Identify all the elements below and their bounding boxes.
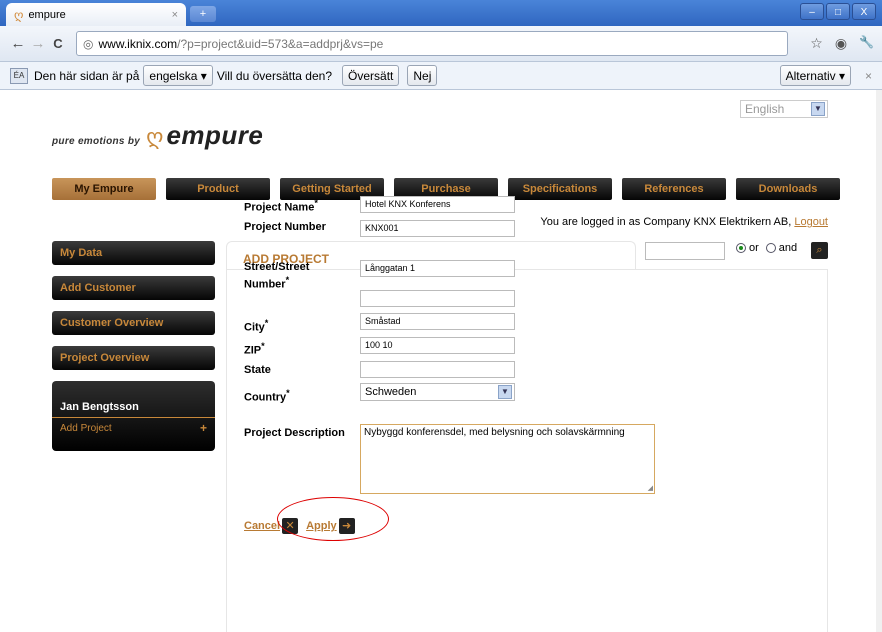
sidebar-item-my-data[interactable]: My Data (52, 241, 215, 265)
bookmark-star-icon[interactable]: ☆ (810, 35, 823, 52)
side-nav: My Data Add Customer Customer Overview P… (52, 241, 215, 451)
apply-link[interactable]: Apply (306, 520, 337, 532)
page-scrollbar[interactable] (876, 90, 882, 632)
url-path: /?p=project&uid=573&a=addprj&vs=pe (177, 36, 384, 51)
source-language-select[interactable]: engelska ▾ (143, 65, 213, 86)
user-box-divider (52, 417, 215, 418)
resize-handle-icon[interactable]: ◢ (648, 484, 653, 492)
translate-text-before: Den här sidan är på (34, 68, 140, 83)
translate-question: Vill du översätta den? (216, 68, 333, 83)
translate-close-icon[interactable]: × (865, 69, 872, 83)
browser-toolbar: ← → C ◎ www.iknix.com /?p=project&uid=57… (0, 26, 882, 62)
empure-logo[interactable]: pure emotions by ღ empure (52, 120, 263, 151)
state-field[interactable] (360, 361, 515, 378)
wrench-icon[interactable]: 🔧 (859, 35, 874, 52)
city-label: City* (244, 318, 269, 334)
street-field[interactable]: Långgatan 1 (360, 260, 515, 277)
new-tab-button[interactable]: + (190, 6, 216, 22)
sidebar-item-customer-overview[interactable]: Customer Overview (52, 311, 215, 335)
and-label: and (778, 242, 798, 254)
project-description-label: Project Description (244, 427, 345, 439)
logo-brand: empure (166, 120, 264, 150)
form-actions: Cancel ✕ Apply ➜ (244, 518, 361, 534)
user-name: Jan Bengtsson (60, 401, 139, 413)
tab-close-icon[interactable]: × (172, 9, 178, 21)
sidebar-item-add-customer[interactable]: Add Customer (52, 276, 215, 300)
browser-tab-bar: ღ empure × + – □ X (0, 0, 882, 26)
maximize-button[interactable]: □ (826, 3, 850, 20)
minimize-button[interactable]: – (800, 3, 824, 20)
language-select-value: English (745, 102, 785, 116)
login-status-text: You are logged in as Company KNX Elektri… (540, 216, 792, 228)
project-number-field[interactable]: KNX001 (360, 220, 515, 237)
or-radio[interactable] (736, 243, 746, 253)
nav-my-empure[interactable]: My Empure (52, 178, 156, 200)
state-label: State (244, 364, 271, 376)
project-description-text: Nybyggd konferensdel, med belysning och … (364, 427, 625, 438)
city-field[interactable]: Småstad (360, 313, 515, 330)
url-host: www.iknix.com (98, 36, 178, 51)
apply-arrow-icon[interactable]: ➜ (338, 518, 355, 534)
project-name-field[interactable]: Hotel KNX Konferens (360, 196, 515, 213)
zip-label: ZIP* (244, 341, 265, 357)
or-label: or (749, 242, 759, 254)
translate-button[interactable]: Översätt (342, 65, 400, 86)
project-description-field[interactable]: Nybyggd konferensdel, med belysning och … (360, 424, 655, 494)
sidebar-item-add-project[interactable]: Add Project (60, 423, 112, 434)
cancel-link[interactable]: Cancel (244, 520, 280, 532)
nav-downloads[interactable]: Downloads (736, 178, 840, 200)
extension-icon[interactable]: ◉ (835, 35, 847, 52)
nav-specifications[interactable]: Specifications (508, 178, 612, 200)
logo-tagline: pure emotions by (52, 136, 141, 147)
page-globe-icon: ◎ (83, 36, 94, 51)
address-bar[interactable]: ◎ www.iknix.com /?p=project&uid=573&a=ad… (76, 31, 788, 56)
and-radio[interactable] (765, 243, 776, 253)
sidebar-item-project-overview[interactable]: Project Overview (52, 346, 215, 370)
project-name-label: Project Name* (244, 198, 318, 214)
cancel-x-icon[interactable]: ✕ (282, 518, 299, 534)
reload-button[interactable]: C (48, 36, 68, 51)
window-close-button[interactable]: X (852, 3, 876, 20)
translate-icon: ÉA (10, 67, 28, 84)
chevron-down-icon: ▼ (498, 385, 512, 399)
search-input[interactable] (645, 242, 725, 260)
search-mode: or and (736, 242, 797, 254)
plus-icon[interactable]: + (200, 421, 207, 435)
no-button[interactable]: Nej (407, 65, 438, 86)
browser-tab[interactable]: ღ empure × (6, 3, 186, 26)
search-icon[interactable]: ⌕ (811, 242, 828, 259)
window-controls: – □ X (800, 3, 876, 20)
login-status: You are logged in as Company KNX Elektri… (540, 216, 828, 228)
street-label: Street/Street Number* (244, 261, 310, 291)
forward-button[interactable]: → (28, 35, 48, 52)
back-button[interactable]: ← (8, 35, 28, 52)
street2-field[interactable] (360, 290, 515, 307)
country-label: Country* (244, 388, 290, 404)
zip-field[interactable]: 100 10 (360, 337, 515, 354)
country-select[interactable]: Schweden ▼ (360, 383, 515, 401)
nav-references[interactable]: References (622, 178, 726, 200)
country-select-value: Schweden (365, 386, 417, 398)
logout-link[interactable]: Logout (794, 216, 828, 228)
chevron-down-icon: ▼ (811, 102, 825, 116)
project-number-label: Project Number (244, 221, 326, 233)
options-button[interactable]: Alternativ ▾ (779, 65, 851, 86)
web-page: English ▼ pure emotions by ღ empure My E… (0, 90, 876, 632)
empure-favicon-icon: ღ (14, 7, 24, 22)
translate-bar: ÉA Den här sidan är på engelska ▾ Vill d… (0, 62, 882, 90)
tab-title: empure (28, 8, 66, 21)
language-select[interactable]: English ▼ (740, 100, 828, 118)
empure-mark-icon: ღ (146, 124, 164, 149)
user-box: Jan Bengtsson Add Project + (52, 381, 215, 451)
